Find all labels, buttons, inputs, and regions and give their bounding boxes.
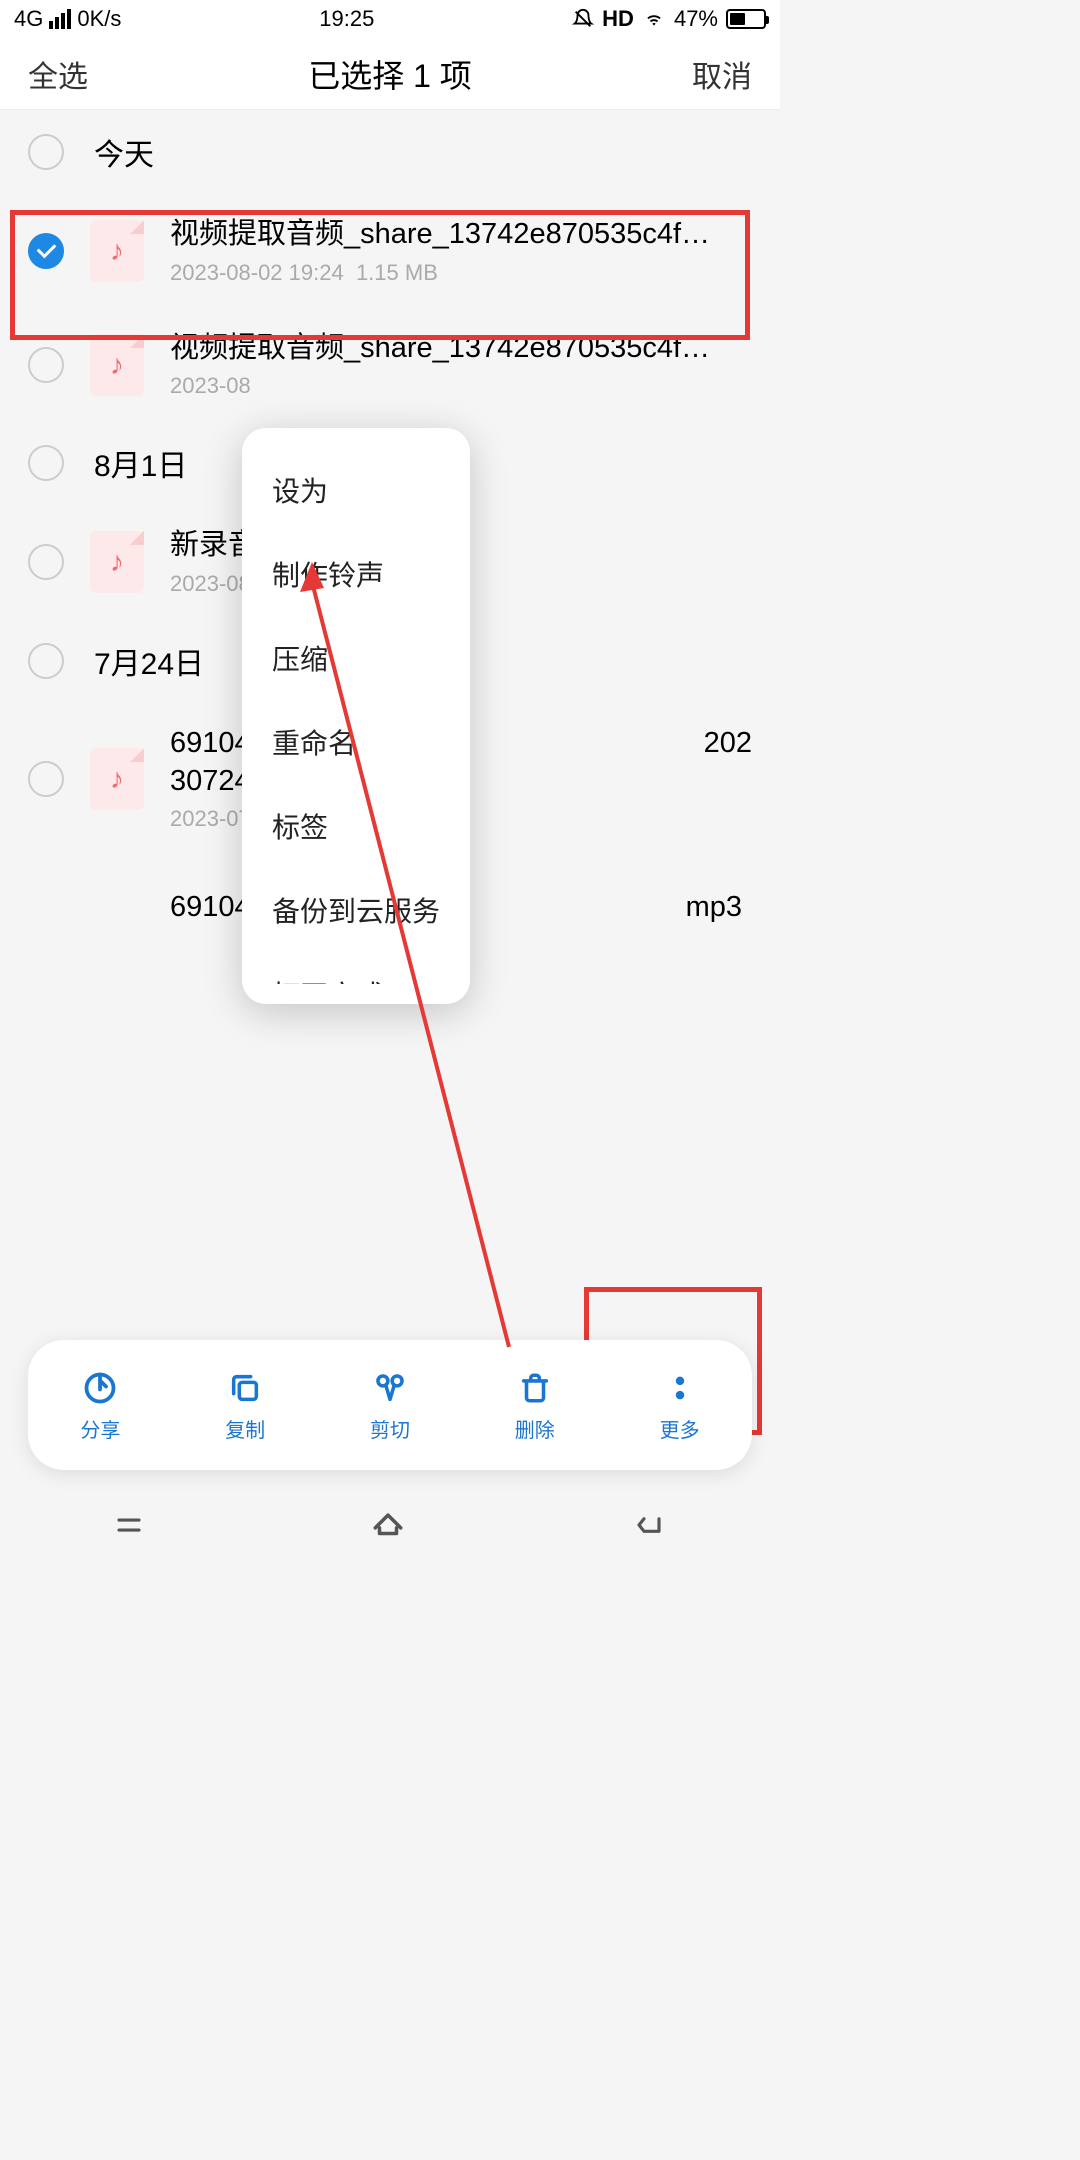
status-bar: 4G 0K/s 19:25 HD 47%	[0, 0, 780, 38]
home-nav-icon[interactable]	[366, 1508, 410, 1542]
more-label: 更多	[660, 1414, 700, 1443]
menu-nav-icon[interactable]	[109, 1510, 149, 1540]
cut-button[interactable]: 剪切	[370, 1368, 410, 1443]
music-file-icon: ♪	[90, 334, 144, 396]
hd-label: HD	[602, 6, 634, 32]
context-menu: 设为 制作铃声 压缩 重命名 标签 备份到云服务 打开方式	[242, 428, 470, 1004]
more-button[interactable]: 更多	[660, 1368, 700, 1443]
cancel-button[interactable]: 取消	[692, 52, 752, 96]
bell-off-icon	[572, 8, 594, 30]
menu-rename[interactable]: 重命名	[242, 700, 470, 784]
file-item[interactable]: ♪ 视频提取音频_share_13742e870535c4f… 2023-08	[0, 308, 780, 422]
delete-button[interactable]: 删除	[515, 1368, 555, 1443]
menu-open-with[interactable]: 打开方式	[242, 952, 470, 984]
file-item[interactable]: ♪ 视频提取音频_share_13742e870535c4f… 2023-08-…	[0, 194, 780, 308]
file-checkbox[interactable]	[28, 761, 64, 797]
share-label: 分享	[80, 1414, 120, 1443]
delete-icon	[518, 1368, 552, 1408]
section-checkbox[interactable]	[28, 445, 64, 481]
music-file-icon: ♪	[90, 748, 144, 810]
copy-icon	[228, 1368, 262, 1408]
section-label: 8月1日	[94, 441, 187, 485]
share-icon	[82, 1368, 118, 1408]
menu-backup-cloud[interactable]: 备份到云服务	[242, 868, 470, 952]
network-type: 4G	[14, 6, 43, 32]
wifi-icon	[642, 9, 666, 29]
share-button[interactable]: 分享	[80, 1368, 120, 1443]
section-label: 7月24日	[94, 639, 204, 683]
back-nav-icon[interactable]	[627, 1510, 671, 1540]
copy-button[interactable]: 复制	[225, 1368, 265, 1443]
file-checkbox[interactable]	[28, 347, 64, 383]
file-checkbox-checked[interactable]	[28, 233, 64, 269]
network-speed: 0K/s	[77, 6, 121, 32]
bottom-toolbar: 分享 复制 剪切 删除 更多	[28, 1340, 752, 1470]
file-checkbox[interactable]	[28, 544, 64, 580]
select-all-button[interactable]: 全选	[28, 52, 88, 96]
menu-make-ringtone[interactable]: 制作铃声	[242, 532, 470, 616]
more-icon	[663, 1368, 697, 1408]
cut-icon	[373, 1368, 407, 1408]
file-name: 视频提取音频_share_13742e870535c4f…	[170, 216, 752, 254]
header: 全选 已选择 1 项 取消	[0, 38, 780, 110]
menu-tag[interactable]: 标签	[242, 784, 470, 868]
menu-compress[interactable]: 压缩	[242, 616, 470, 700]
copy-label: 复制	[225, 1414, 265, 1443]
file-name: 视频提取音频_share_13742e870535c4f…	[170, 330, 752, 368]
menu-set-as[interactable]: 设为	[242, 448, 470, 532]
clock: 19:25	[319, 6, 374, 32]
section-checkbox[interactable]	[28, 134, 64, 170]
music-file-icon: ♪	[90, 531, 144, 593]
section-checkbox[interactable]	[28, 643, 64, 679]
section-today[interactable]: 今天	[0, 110, 780, 194]
cut-label: 剪切	[370, 1414, 410, 1443]
signal-icon	[49, 9, 71, 29]
section-label: 今天	[94, 130, 154, 174]
music-file-icon: ♪	[90, 220, 144, 282]
battery-icon	[726, 9, 766, 29]
delete-label: 删除	[515, 1414, 555, 1443]
file-meta: 2023-08-02 19:24 1.15 MB	[170, 260, 752, 286]
battery-percent: 47%	[674, 6, 718, 32]
file-meta: 2023-08	[170, 373, 752, 399]
system-nav	[0, 1490, 780, 1560]
page-title: 已选择 1 项	[308, 51, 472, 97]
